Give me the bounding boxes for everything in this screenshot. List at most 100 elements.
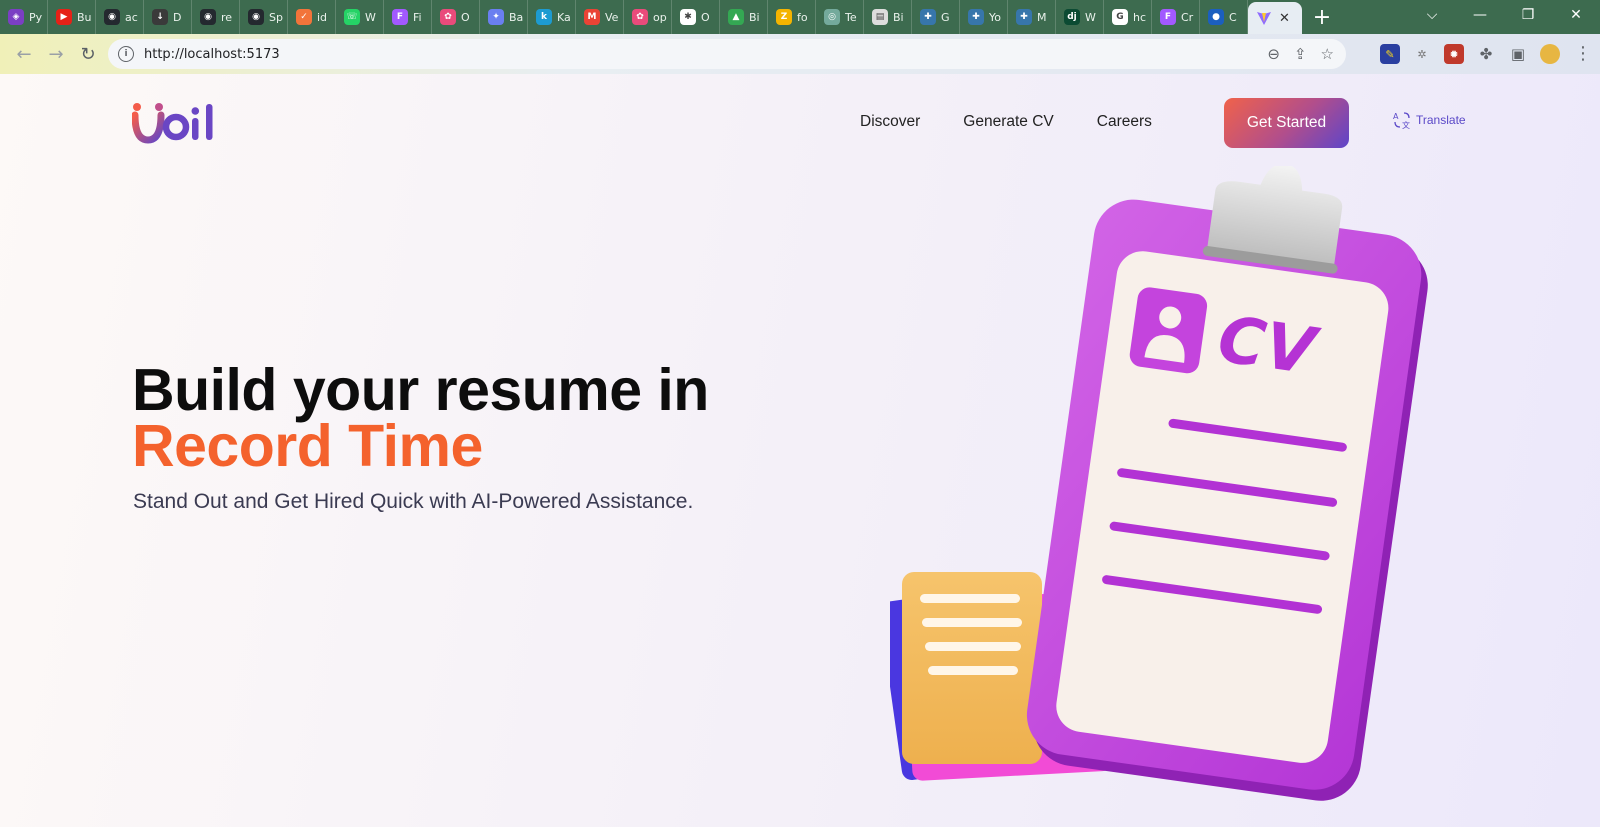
browser-tab[interactable]: ✿ O xyxy=(432,0,480,34)
puzzle-icon[interactable]: ✤ xyxy=(1476,44,1496,64)
window-controls: ⌵ — ❐ ✕ xyxy=(1408,0,1600,34)
browser-tab[interactable]: ✚ Yo xyxy=(960,0,1008,34)
youtube-icon: ▶ xyxy=(56,9,72,25)
get-started-button[interactable]: Get Started xyxy=(1224,98,1349,148)
extensions-area: ✎ ✲ ✹ ✤ ▣ xyxy=(1380,38,1560,70)
google-icon: G xyxy=(1112,9,1128,25)
browser-tab[interactable]: ◉ Sp xyxy=(240,0,288,34)
palette-icon: ✿ xyxy=(440,9,456,25)
main-nav: Discover Generate CV Careers xyxy=(860,97,1195,147)
side-panel-icon[interactable]: ▣ xyxy=(1508,44,1528,64)
tab-title: W xyxy=(365,10,376,24)
tab-title: Sp xyxy=(269,10,283,24)
browser-toolbar: ← → ↻ i http://localhost:5173 ⊖ ⇪ ☆ ✎ ✲ … xyxy=(0,34,1600,74)
browser-tab[interactable]: ▲ Bi xyxy=(720,0,768,34)
browser-tab[interactable]: ◉ ac xyxy=(96,0,144,34)
doc-icon: ▤ xyxy=(872,9,888,25)
browser-tab[interactable]: F Fi xyxy=(384,0,432,34)
drive-icon: ▲ xyxy=(728,9,744,25)
browser-tab[interactable]: ✿ op xyxy=(624,0,672,34)
page: Discover Generate CV Careers Get Started… xyxy=(0,74,1600,827)
extension-icon[interactable]: ✎ xyxy=(1380,44,1400,64)
restore-icon[interactable]: ❐ xyxy=(1504,0,1552,30)
hero-title-highlight: Record Time xyxy=(132,413,483,479)
github-icon: ◉ xyxy=(200,9,216,25)
address-bar[interactable]: i http://localhost:5173 ⊖ ⇪ ☆ xyxy=(108,39,1346,69)
tab-title: Py xyxy=(29,10,43,24)
django-icon: dj xyxy=(1064,9,1080,25)
browser-tab[interactable]: ☏ W xyxy=(336,0,384,34)
tab-title: W xyxy=(1085,10,1096,24)
extension-icon[interactable]: ✹ xyxy=(1444,44,1464,64)
tab-title: Ba xyxy=(509,10,524,24)
new-tab-button[interactable]: + xyxy=(1302,5,1342,30)
browser-tab[interactable]: ◎ Te xyxy=(816,0,864,34)
brand-icon: ✓ xyxy=(296,9,312,25)
reload-icon[interactable]: ↻ xyxy=(72,38,104,70)
zoom-icon[interactable]: ⊖ xyxy=(1267,45,1280,63)
browser-tab[interactable]: ✱ O xyxy=(672,0,720,34)
avatar[interactable] xyxy=(1540,44,1560,64)
close-tab-icon[interactable]: ✕ xyxy=(1279,11,1290,26)
translate-button[interactable]: A 文 Translate xyxy=(1392,110,1466,130)
address-url[interactable]: http://localhost:5173 xyxy=(144,47,280,62)
vite-icon xyxy=(1256,10,1272,26)
github-icon: ◉ xyxy=(104,9,120,25)
tab-title: Yo xyxy=(989,10,1001,24)
back-icon[interactable]: ← xyxy=(8,38,40,70)
nav-generate-cv[interactable]: Generate CV xyxy=(963,113,1053,131)
tab-title: M xyxy=(1037,10,1047,24)
cv-badge: CV xyxy=(1213,303,1323,390)
logo[interactable] xyxy=(132,102,224,148)
globe-icon: ● xyxy=(1208,9,1224,25)
tab-title: Bi xyxy=(749,10,760,24)
tab-title: Cr xyxy=(1181,10,1194,24)
omnibox-actions: ⊖ ⇪ ☆ xyxy=(1267,39,1334,69)
browser-tab[interactable]: M Ve xyxy=(576,0,624,34)
browser-tab[interactable]: ▤ Bi xyxy=(864,0,912,34)
browser-tab[interactable]: Zfo xyxy=(768,0,816,34)
browser-tab[interactable]: dj W xyxy=(1056,0,1104,34)
browser-tab[interactable]: ✦ Ba xyxy=(480,0,528,34)
close-window-icon[interactable]: ✕ xyxy=(1552,0,1600,30)
forward-icon[interactable]: → xyxy=(40,38,72,70)
browser-tab[interactable]: k Ka xyxy=(528,0,576,34)
tab-title: Ka xyxy=(557,10,571,24)
tab-active[interactable]: ✕ xyxy=(1248,2,1302,34)
translate-label: Translate xyxy=(1416,113,1466,127)
browser-tab[interactable]: ↓ D xyxy=(144,0,192,34)
browser-tab[interactable]: ◈ Py xyxy=(0,0,48,34)
zap-icon: Z xyxy=(776,9,792,25)
nav-careers[interactable]: Careers xyxy=(1097,113,1152,131)
hero-subtitle: Stand Out and Get Hired Quick with AI-Po… xyxy=(133,490,694,513)
tab-title: Fi xyxy=(413,10,422,24)
browser-tab[interactable]: ✚ G xyxy=(912,0,960,34)
site-info-icon[interactable]: i xyxy=(118,46,134,62)
minimize-icon[interactable]: — xyxy=(1456,0,1504,30)
share-icon[interactable]: ⇪ xyxy=(1294,45,1307,63)
browser-tab[interactable]: ✓ id xyxy=(288,0,336,34)
tab-title: fo xyxy=(797,10,808,24)
nav-discover[interactable]: Discover xyxy=(860,113,920,131)
python-icon: ✚ xyxy=(920,9,936,25)
tab-search-icon[interactable]: ⌵ xyxy=(1408,0,1456,30)
tab-title: ac xyxy=(125,10,138,24)
tab-title: O xyxy=(701,10,710,24)
browser-tabstrip: ◈ Py ▶ Bu ◉ ac ↓ D ◉ re ◉ Sp ✓ id ☏ W F Fi ✿ O ✦ Ba k Ka M Ve ✿ op ✱… xyxy=(0,0,1600,34)
browser-tab[interactable]: ● C xyxy=(1200,0,1248,34)
browser-tab[interactable]: ◉ re xyxy=(192,0,240,34)
openai-icon: ◎ xyxy=(824,9,840,25)
tab-title: O xyxy=(461,10,470,24)
cv-clipboard-illustration: CV xyxy=(890,166,1428,801)
python-icon: ✚ xyxy=(1016,9,1032,25)
bug-icon[interactable]: ✲ xyxy=(1412,44,1432,64)
browser-tab[interactable]: ▶ Bu xyxy=(48,0,96,34)
browser-tab[interactable]: Ghc xyxy=(1104,0,1152,34)
tab-list: ◈ Py ▶ Bu ◉ ac ↓ D ◉ re ◉ Sp ✓ id ☏ W F Fi ✿ O ✦ Ba k Ka M Ve ✿ op ✱… xyxy=(0,0,1248,34)
bookmark-star-icon[interactable]: ☆ xyxy=(1321,45,1334,63)
menu-icon[interactable]: ⋮ xyxy=(1574,42,1592,66)
browser-tab[interactable]: F Cr xyxy=(1152,0,1200,34)
figma-icon: F xyxy=(1160,9,1176,25)
browser-tab[interactable]: ✚ M xyxy=(1008,0,1056,34)
tab-title: id xyxy=(317,10,328,24)
